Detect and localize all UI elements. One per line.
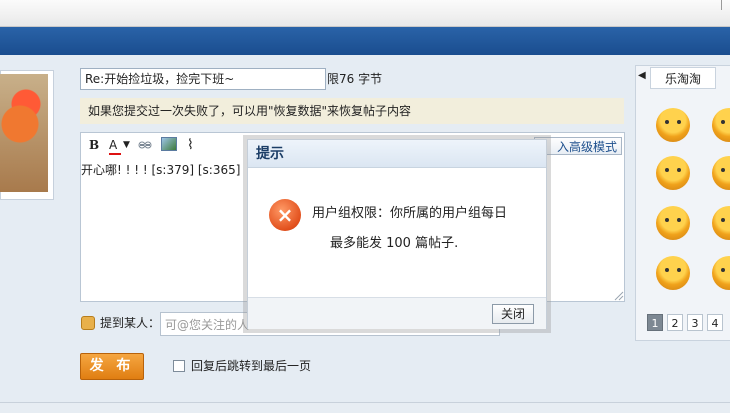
emoji-page-2[interactable]: 2 <box>667 314 683 331</box>
dialog-message-line-1: 用户组权限：你所属的用户组每日 <box>312 206 508 221</box>
bottom-border <box>0 402 730 413</box>
emoji-page-1[interactable]: 1 <box>647 314 663 331</box>
jump-to-last-page-label: 回复后跳转到最后一页 <box>191 359 312 373</box>
bold-button[interactable]: B <box>89 137 99 153</box>
publish-button[interactable]: 发 布 <box>80 353 144 380</box>
emoji-item[interactable] <box>712 256 730 290</box>
window-topbar <box>0 0 730 27</box>
image-icon[interactable] <box>161 137 177 151</box>
dialog-title: 提示 <box>248 140 546 168</box>
emoji-item[interactable] <box>656 156 690 190</box>
font-color-button[interactable]: A <box>109 137 121 155</box>
emoji-item[interactable] <box>712 156 730 190</box>
site-header-bar <box>0 27 730 55</box>
chevron-down-icon[interactable]: ▼ <box>123 137 130 153</box>
emoji-item[interactable] <box>656 206 690 240</box>
jump-to-last-page-checkbox[interactable] <box>173 360 185 372</box>
emoji-item[interactable] <box>712 206 730 240</box>
emoji-page-4[interactable]: 4 <box>707 314 723 331</box>
mention-icon <box>81 316 95 330</box>
emoji-item[interactable] <box>712 108 730 142</box>
advanced-mode-button[interactable]: 入高级模式 <box>534 137 622 155</box>
title-input[interactable]: Re:开始捡垃圾，捡完下班~ <box>80 68 326 90</box>
title-limit-text: 限76 字节 <box>327 72 383 86</box>
mention-label: 提到某人： <box>100 316 161 330</box>
font-color-icon: A <box>109 138 118 152</box>
restore-notice: 如果您提交过一次失败了，可以用"恢复数据"来恢复帖子内容 <box>80 98 624 124</box>
emoji-item[interactable] <box>656 108 690 142</box>
emoji-panel <box>635 65 730 341</box>
error-icon: × <box>269 199 301 231</box>
emoji-tab[interactable]: 乐淘淘 <box>650 67 716 89</box>
avatar <box>0 74 48 192</box>
emoji-item[interactable] <box>656 256 690 290</box>
dialog-message-line-2: 最多能发 100 篇帖子. <box>330 236 459 251</box>
emoji-prev-icon[interactable]: ◀ <box>638 70 646 81</box>
resize-handle-icon[interactable] <box>614 290 624 301</box>
paperclip-icon[interactable]: ⌇ <box>187 137 194 153</box>
link-icon[interactable] <box>137 137 155 153</box>
emoji-page-3[interactable]: 3 <box>687 314 703 331</box>
dialog-close-button[interactable]: 关闭 <box>492 304 534 324</box>
editor-content[interactable]: 开心哪! ! ! ! [s:379] [s:365] <box>81 162 240 178</box>
